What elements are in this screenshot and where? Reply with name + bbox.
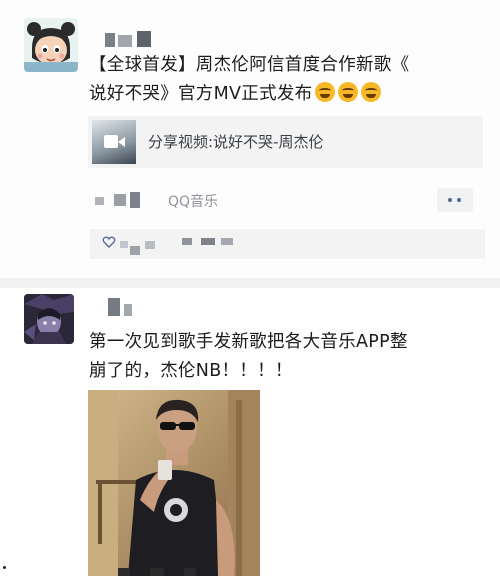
likes-bar <box>90 229 485 259</box>
shared-video-title: 分享视频:说好不哭-周杰伦 <box>148 133 324 151</box>
heart-outline-icon[interactable] <box>102 235 116 249</box>
post-meta-row: QQ音乐 <box>90 188 485 212</box>
more-dots-icon[interactable] <box>437 188 473 212</box>
source-app-link[interactable]: QQ音乐 <box>168 191 218 211</box>
crying-laugh-emoji-icon <box>338 82 359 102</box>
post-text-line-1: 【全球首发】周杰伦阿信首度合作新歌《 <box>89 55 410 75</box>
video-thumbnail <box>92 120 136 164</box>
post-photo[interactable] <box>88 390 260 576</box>
post-text-line-2-content: 说好不哭》官方MV正式发布 <box>89 84 313 104</box>
crying-laugh-emoji-icon <box>315 82 336 102</box>
avatar[interactable] <box>24 18 78 72</box>
shared-video-card[interactable]: 分享视频:说好不哭-周杰伦 <box>88 116 483 168</box>
post-text-line-2: 崩了的，杰伦NB！！！！ <box>89 361 293 381</box>
post-text: 【全球首发】周杰伦阿信首度合作新歌《 说好不哭》官方MV正式发布 <box>89 51 409 109</box>
video-camera-lens-icon <box>118 137 125 147</box>
post-text: 第一次见到歌手发新歌把各大音乐APP整 崩了的，杰伦NB！！！！ <box>89 328 408 386</box>
post-text-line-2: 说好不哭》官方MV正式发布 <box>89 80 409 109</box>
video-camera-icon <box>104 135 118 148</box>
stray-dot <box>3 566 6 569</box>
avatar-dark-character-icon <box>24 294 74 344</box>
avatar[interactable] <box>24 294 74 344</box>
avatar-cartoon-icon <box>24 18 78 72</box>
post-divider <box>0 278 500 288</box>
post-text-line-1: 第一次见到歌手发新歌把各大音乐APP整 <box>89 332 408 352</box>
moment-post-1: 【全球首发】周杰伦阿信首度合作新歌《 说好不哭》官方MV正式发布 分享视频:说好… <box>0 0 500 278</box>
person-photo-image <box>88 390 260 576</box>
crying-laugh-emoji-icon <box>361 82 382 102</box>
